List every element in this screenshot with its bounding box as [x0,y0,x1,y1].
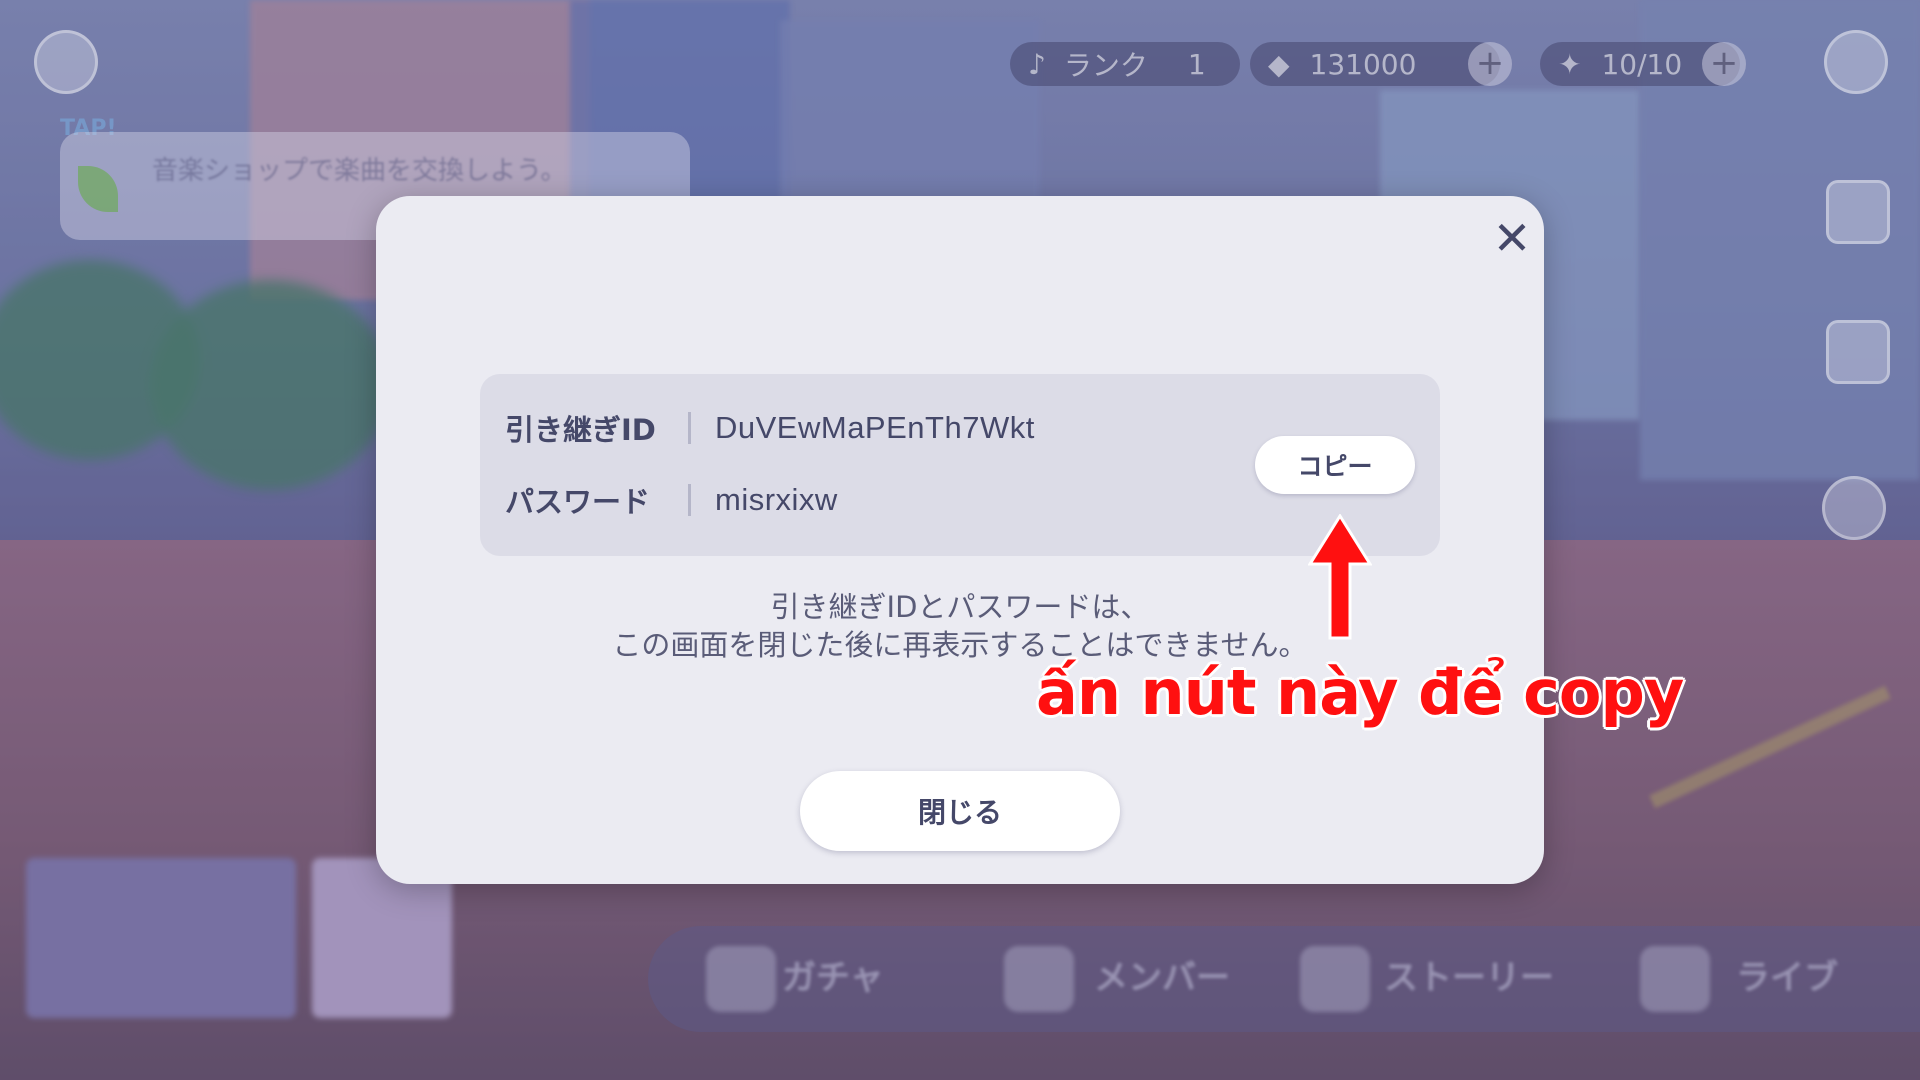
nav-gacha[interactable]: ガチャ [782,950,884,999]
close-icon[interactable]: ✕ [1485,211,1539,265]
close-button[interactable]: 閉じる [800,771,1120,851]
gacha-icon [706,946,776,1012]
transfer-id-label: 引き継ぎID [505,413,656,447]
annotation-text: ấn nút này để copy [1036,656,1684,729]
copy-button[interactable]: コピー [1255,436,1415,494]
credentials-box: 引き継ぎID DuVEwMaPEnTh7Wkt パスワード misrxixw コ… [480,374,1440,556]
crystal-value: 131000 [1309,47,1417,81]
password-label: パスワード [505,485,651,519]
story-icon [1300,946,1370,1012]
rank-value: 1 [1187,47,1206,81]
friends-button[interactable] [1822,476,1886,540]
note-icon: ♪ [1028,47,1046,81]
mission-button[interactable] [1826,320,1890,384]
crystal-icon: ◆ [1268,47,1290,81]
gift-button[interactable] [1826,180,1890,244]
live-icon [1640,946,1710,1012]
energy-value: 10/10 [1601,47,1683,81]
add-crystal-button[interactable]: + [1468,42,1512,86]
rank-display: ♪ ランク 1 [1010,42,1240,86]
energy-icon: ✦ [1558,47,1582,81]
menu-button[interactable] [1824,30,1888,94]
rank-label: ランク [1063,49,1148,82]
transfer-id-row: 引き継ぎID DuVEwMaPEnTh7Wkt [505,408,1035,448]
password-value: misrxixw [715,482,838,517]
profile-button[interactable] [34,30,98,94]
nav-story[interactable]: ストーリー [1384,950,1554,999]
crystal-display: ◆ 131000 [1250,42,1500,86]
transfer-id-value: DuVEwMaPEnTh7Wkt [715,410,1035,445]
hint-text: 音楽ショップで楽曲を交換しよう。 [152,156,567,186]
member-icon [1004,946,1074,1012]
nav-live[interactable]: ライブ [1736,950,1838,999]
nav-member[interactable]: メンバー [1094,950,1230,999]
add-energy-button[interactable]: + [1702,42,1746,86]
password-row: パスワード misrxixw [505,480,838,520]
arrow-up-icon [1308,514,1372,640]
divider [688,484,691,516]
beginner-leaf-icon [78,166,118,212]
divider [688,412,691,444]
